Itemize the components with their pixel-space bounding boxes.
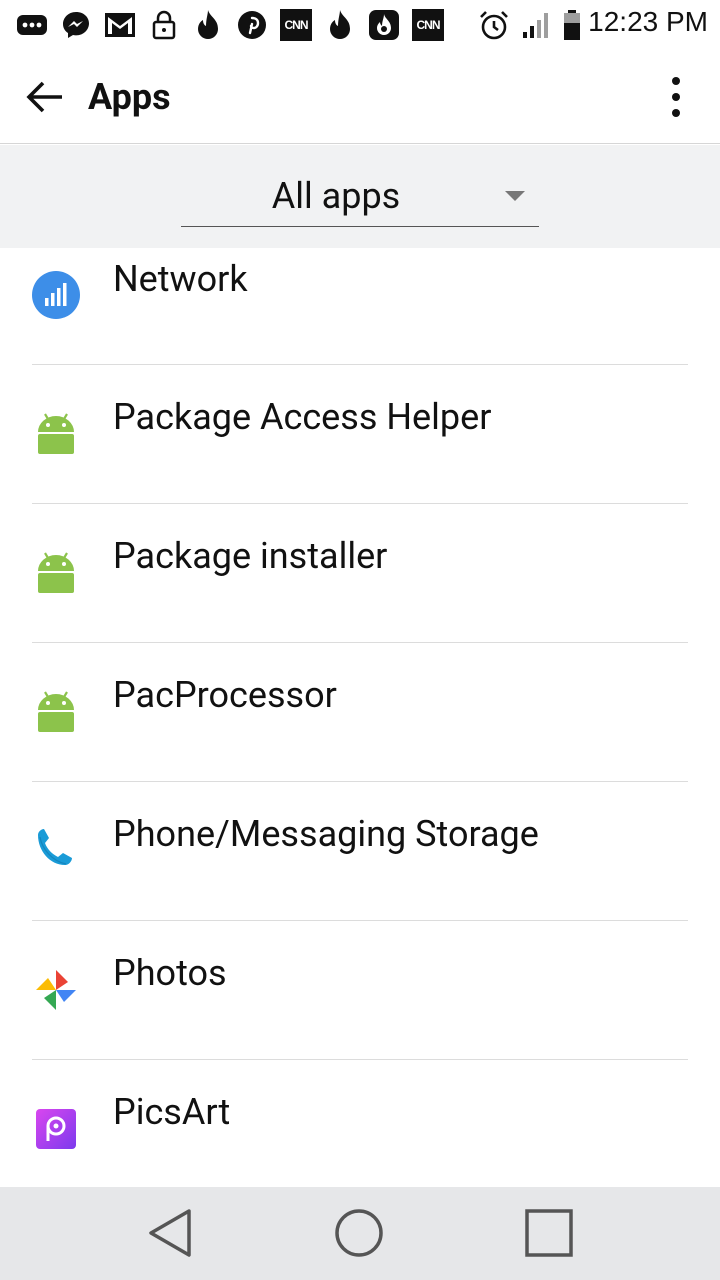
arrow-back-icon	[26, 81, 62, 113]
app-list: Network Package Access Helper Package in…	[0, 248, 720, 1187]
phone-icon	[32, 827, 80, 875]
tinder-box-icon	[368, 8, 400, 42]
app-name: Phone/Messaging Storage	[113, 813, 539, 855]
more-options-button[interactable]	[656, 72, 696, 122]
app-bar: Apps	[0, 50, 720, 144]
network-icon	[32, 271, 80, 319]
cnn-icon: CNN	[280, 8, 312, 42]
app-name: Package installer	[113, 535, 388, 577]
list-item[interactable]: Package Access Helper	[0, 365, 720, 504]
alarm-icon	[478, 8, 510, 42]
app-name: Network	[113, 258, 248, 300]
picsart-icon	[32, 1105, 80, 1153]
list-item[interactable]: PacProcessor	[0, 643, 720, 782]
gmail-icon	[104, 8, 136, 42]
list-item[interactable]: Network	[0, 248, 720, 365]
apps-filter-dropdown[interactable]: All apps	[181, 171, 539, 227]
status-bar: CNN CNN 12:23 PM	[0, 0, 720, 50]
page-title: Apps	[88, 76, 171, 118]
more-notifications-icon	[16, 8, 48, 42]
nav-home-button[interactable]	[329, 1203, 389, 1263]
android-icon	[32, 410, 80, 458]
messenger-icon	[60, 8, 92, 42]
nav-recents-button[interactable]	[519, 1203, 579, 1263]
signal-icon	[520, 8, 552, 42]
lock-icon	[148, 8, 180, 42]
android-icon	[32, 549, 80, 597]
android-icon	[32, 688, 80, 736]
list-item[interactable]: Package installer	[0, 504, 720, 643]
battery-icon	[556, 8, 588, 42]
list-item[interactable]: Phone/Messaging Storage	[0, 782, 720, 921]
tinder-icon	[192, 8, 224, 42]
photos-icon	[32, 966, 80, 1014]
list-item[interactable]: PicsArt	[0, 1060, 720, 1187]
cnn-icon: CNN	[412, 8, 444, 42]
clock-time: 12:23 PM	[588, 6, 708, 37]
dropdown-arrow-icon	[505, 191, 525, 201]
navigation-bar	[0, 1187, 720, 1280]
filter-bar: All apps	[0, 145, 720, 248]
tinder-icon	[324, 8, 356, 42]
triangle-back-icon	[149, 1209, 191, 1257]
square-recents-icon	[525, 1209, 573, 1257]
app-name: PicsArt	[113, 1091, 231, 1133]
list-item[interactable]: Photos	[0, 921, 720, 1060]
more-vert-icon	[672, 77, 680, 117]
back-button[interactable]	[20, 72, 70, 122]
app-name: Package Access Helper	[113, 396, 492, 438]
circle-home-icon	[335, 1209, 383, 1257]
app-name: Photos	[113, 952, 227, 994]
pinterest-icon	[236, 8, 268, 42]
app-name: PacProcessor	[113, 674, 337, 716]
nav-back-button[interactable]	[140, 1203, 200, 1263]
dropdown-selected-value: All apps	[271, 175, 401, 217]
